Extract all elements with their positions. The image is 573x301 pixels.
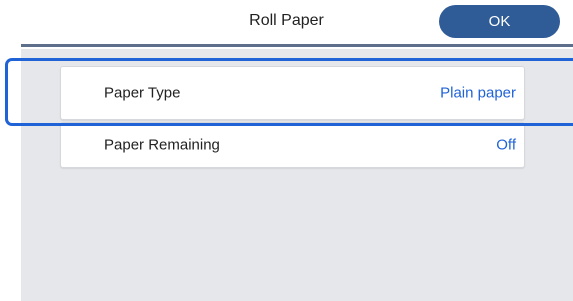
- setting-label: Paper Type: [104, 84, 181, 102]
- header-divider: [21, 44, 573, 47]
- setting-label: Paper Remaining: [104, 136, 220, 154]
- settings-list: Paper Type Plain paper Paper Remaining O…: [60, 66, 525, 178]
- setting-row-paper-type[interactable]: Paper Type Plain paper: [60, 66, 525, 120]
- setting-value: Plain paper: [440, 84, 516, 102]
- ok-button[interactable]: OK: [439, 5, 560, 38]
- setting-value: Off: [496, 136, 516, 154]
- setting-row-paper-remaining[interactable]: Paper Remaining Off: [60, 122, 525, 168]
- roll-paper-screen: Roll Paper OK Paper Type Plain paper Pap…: [0, 0, 573, 301]
